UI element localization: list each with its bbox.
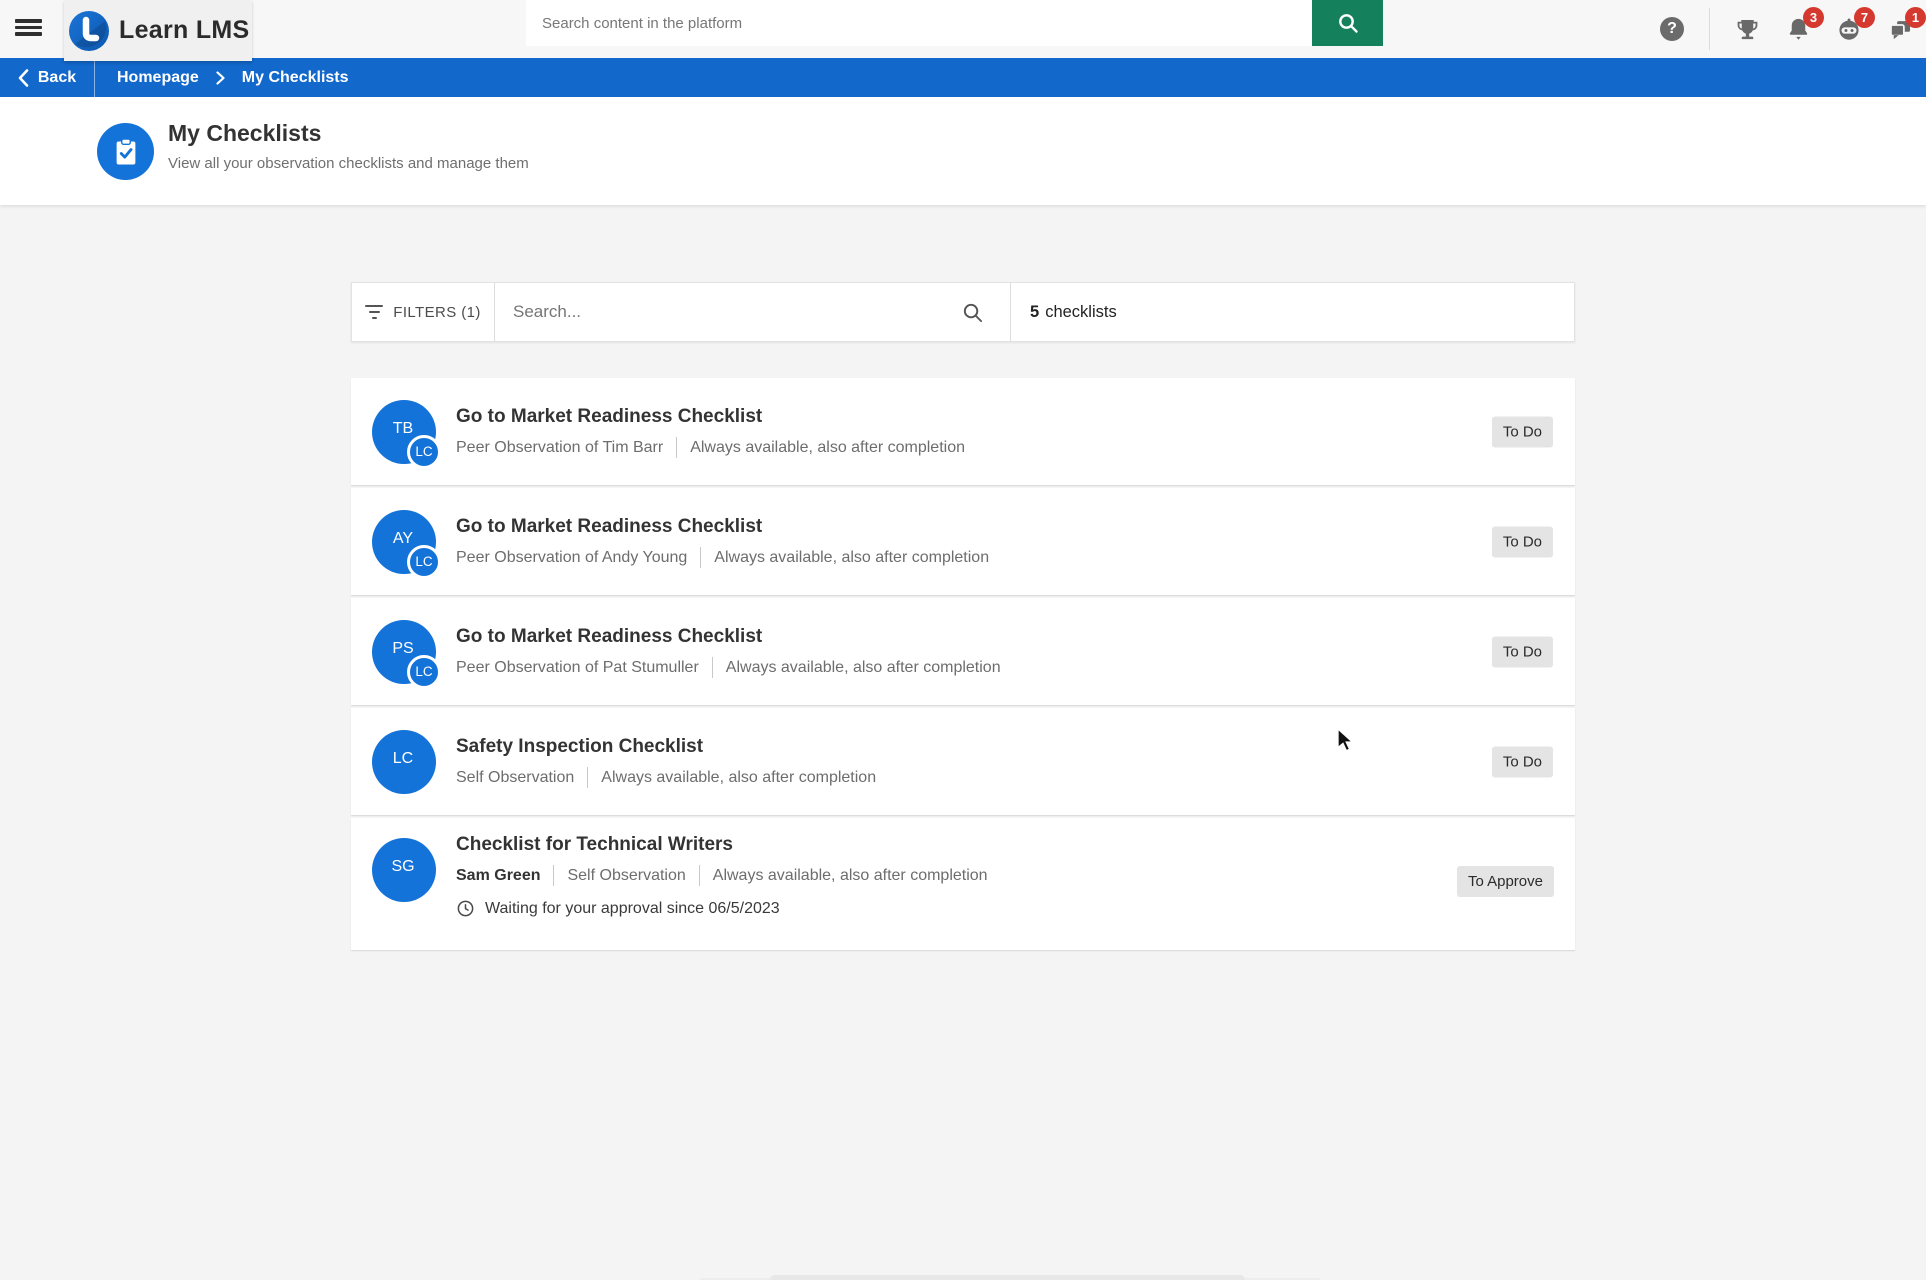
checklist-page-icon (97, 123, 154, 180)
avatar-secondary-initials: LC (407, 545, 441, 579)
app-logo[interactable]: Learn LMS (64, 0, 252, 61)
platform-search-input[interactable] (526, 0, 1312, 46)
logo-text: Learn LMS (119, 16, 250, 45)
clock-icon (456, 899, 475, 918)
trophy-icon (1734, 16, 1761, 43)
breadcrumb-homepage[interactable]: Homepage (117, 69, 199, 87)
checklist-meta-item: Always available, also after completion (587, 767, 889, 788)
checklist-row-text: Go to Market Readiness Checklist Peer Ob… (456, 516, 1002, 568)
filters-label: FILTERS (1) (393, 304, 480, 321)
status-badge: To Do (1492, 636, 1553, 667)
checklist-meta: Self ObservationAlways available, also a… (456, 767, 889, 788)
platform-search-button[interactable] (1312, 0, 1383, 46)
checklist-count-label: checklists (1045, 303, 1117, 322)
checklist-title: Go to Market Readiness Checklist (456, 626, 1014, 648)
checklist-row[interactable]: LC Safety Inspection Checklist Self Obse… (351, 708, 1575, 815)
hamburger-menu-icon[interactable] (15, 17, 42, 41)
filter-icon (365, 305, 383, 320)
checklist-meta-item: Peer Observation of Andy Young (456, 547, 700, 568)
top-header: Learn LMS ? (0, 0, 1926, 58)
messages-button[interactable]: 1 (1886, 15, 1914, 43)
avatar: PS LC (372, 620, 436, 684)
status-badge: To Do (1492, 746, 1553, 777)
header-icon-cluster: ? 3 (1658, 0, 1914, 58)
checklist-meta-item: Peer Observation of Pat Stumuller (456, 657, 712, 678)
notifications-button[interactable]: 3 (1784, 15, 1812, 43)
breadcrumb-bar: Back Homepage My Checklists (0, 58, 1926, 97)
logo-icon (69, 11, 109, 51)
help-icon: ? (1660, 17, 1684, 41)
header-divider (1709, 8, 1710, 50)
assistant-badge: 7 (1854, 7, 1875, 28)
screen: Learn LMS ? (0, 0, 1926, 1280)
checklist-meta: Sam GreenSelf ObservationAlways availabl… (456, 865, 1001, 886)
checklist-row-text: Checklist for Technical Writers Sam Gree… (456, 834, 1001, 918)
checklist-meta-item: Self Observation (553, 865, 698, 886)
avatar-secondary-initials: LC (407, 655, 441, 689)
checklist-count-number: 5 (1030, 303, 1039, 322)
notifications-badge: 3 (1803, 7, 1824, 28)
avatar: SG (372, 838, 436, 902)
filters-button[interactable]: FILTERS (1) (352, 283, 495, 341)
page-header: My Checklists View all your observation … (0, 97, 1926, 205)
checklist-meta-item: Self Observation (456, 767, 587, 788)
back-button[interactable]: Back (0, 58, 95, 97)
checklist-meta-item: Sam Green (456, 865, 553, 886)
clipboard-check-icon (111, 137, 141, 167)
search-icon[interactable] (961, 301, 984, 324)
status-badge: To Approve (1457, 866, 1554, 897)
checklist-meta-item: Always available, also after completion (676, 437, 978, 458)
checklist-row[interactable]: AY LC Go to Market Readiness Checklist P… (351, 488, 1575, 595)
checklist-list: TB LC Go to Market Readiness Checklist P… (351, 378, 1575, 953)
help-button[interactable]: ? (1658, 15, 1686, 43)
checklist-title: Go to Market Readiness Checklist (456, 516, 1002, 538)
breadcrumb: Homepage My Checklists (95, 58, 349, 97)
back-label: Back (38, 69, 76, 87)
status-badge: To Do (1492, 416, 1553, 447)
platform-search (526, 0, 1383, 46)
checklist-meta: Peer Observation of Tim BarrAlways avail… (456, 437, 978, 458)
checklist-count: 5 checklists (1011, 283, 1574, 341)
checklist-meta: Peer Observation of Andy YoungAlways ava… (456, 547, 1002, 568)
chevron-right-icon (216, 71, 225, 85)
assistant-button[interactable]: 7 (1835, 15, 1863, 43)
page-title: My Checklists (168, 120, 529, 147)
checklist-title: Go to Market Readiness Checklist (456, 406, 978, 428)
checklist-row-text: Go to Market Readiness Checklist Peer Ob… (456, 406, 978, 458)
avatar-initials: LC (372, 730, 436, 794)
checklist-meta-item: Always available, also after completion (712, 657, 1014, 678)
messages-badge: 1 (1905, 7, 1926, 28)
waiting-note: Waiting for your approval since 06/5/202… (456, 899, 1001, 918)
list-search-input[interactable] (513, 302, 961, 322)
checklist-meta-item: Always available, also after completion (699, 865, 1001, 886)
checklist-row[interactable]: TB LC Go to Market Readiness Checklist P… (351, 378, 1575, 485)
avatar: AY LC (372, 510, 436, 574)
page-subtitle: View all your observation checklists and… (168, 155, 529, 172)
list-toolbar: FILTERS (1) 5 checklists (351, 282, 1575, 342)
checklist-meta: Peer Observation of Pat StumullerAlways … (456, 657, 1014, 678)
checklist-meta-item: Peer Observation of Tim Barr (456, 437, 676, 458)
back-chevron-icon (18, 69, 29, 87)
avatar-secondary-initials: LC (407, 435, 441, 469)
checklist-row[interactable]: SG Checklist for Technical Writers Sam G… (351, 818, 1575, 950)
waiting-note-text: Waiting for your approval since 06/5/202… (485, 900, 780, 918)
list-search (495, 283, 1011, 341)
status-badge: To Do (1492, 526, 1553, 557)
checklist-title: Checklist for Technical Writers (456, 834, 1001, 856)
gamification-button[interactable] (1733, 15, 1761, 43)
avatar: TB LC (372, 400, 436, 464)
search-icon (1336, 11, 1360, 35)
checklist-title: Safety Inspection Checklist (456, 736, 889, 758)
breadcrumb-current: My Checklists (242, 69, 349, 87)
avatar: LC (372, 730, 436, 794)
checklist-row[interactable]: PS LC Go to Market Readiness Checklist P… (351, 598, 1575, 705)
checklist-meta-item: Always available, also after completion (700, 547, 1002, 568)
avatar-initials: SG (372, 838, 436, 902)
checklist-row-text: Safety Inspection Checklist Self Observa… (456, 736, 889, 788)
checklist-row-text: Go to Market Readiness Checklist Peer Ob… (456, 626, 1014, 678)
bottom-widget-peek (770, 1275, 1245, 1280)
